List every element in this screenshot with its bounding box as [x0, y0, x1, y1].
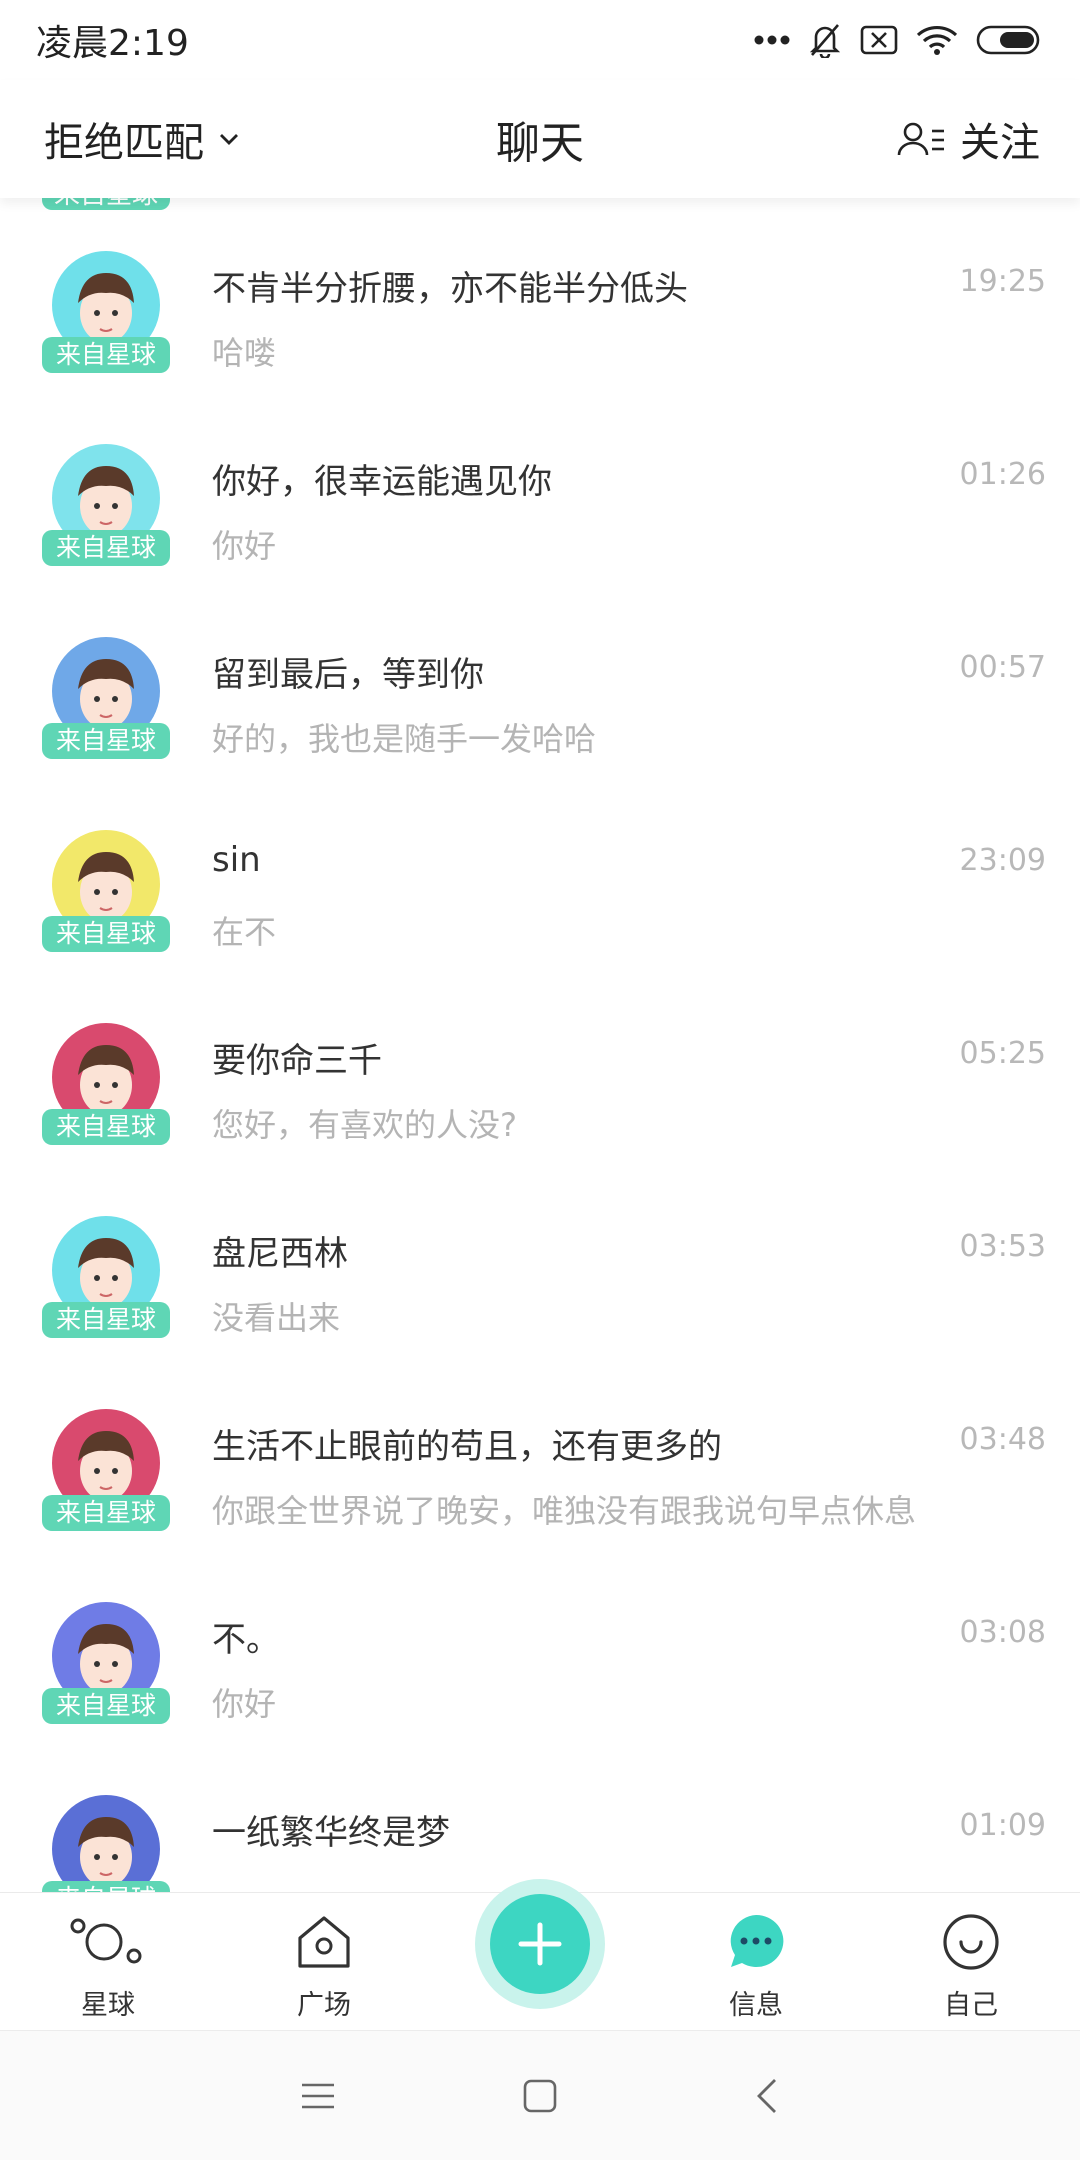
chat-time: 19:25 [959, 264, 1046, 299]
sim-x-icon [860, 25, 898, 55]
from-planet-badge: 来自星球 [42, 337, 170, 373]
chat-name: 生活不止眼前的苟且，还有更多的 [212, 1427, 722, 1467]
chat-list-item[interactable]: 来自星球 sin 23:09 在不 [0, 785, 1080, 978]
home-icon [298, 1916, 350, 1968]
chevron-left-icon [757, 2079, 776, 2113]
chat-list-item[interactable]: 来自星球 你好，很幸运能遇见你 01:26 你好 [0, 399, 1080, 592]
system-navigation-bar [0, 2030, 1080, 2160]
status-time: 凌晨2:19 [36, 23, 189, 64]
avatar-container[interactable]: 来自星球 [42, 1602, 172, 1732]
chat-name: 你好，很幸运能遇见你 [212, 462, 552, 502]
tab-square-label: 广场 [297, 1990, 351, 2021]
chat-time: 03:08 [959, 1615, 1046, 1650]
chat-name: 要你命三千 [212, 1041, 382, 1081]
top-app-bar: 拒绝匹配 聊天 关注 [0, 80, 1080, 198]
chat-list-item[interactable]: 来自星球 要你命三千 05:25 您好，有喜欢的人没? [0, 978, 1080, 1171]
planet-icon [70, 1918, 142, 1964]
avatar-container[interactable]: 来自星球 [42, 1409, 172, 1539]
chat-time: 03:53 [959, 1229, 1046, 1264]
create-post-button[interactable] [475, 1879, 605, 2009]
chat-time: 05:25 [959, 1036, 1046, 1071]
avatar-container[interactable]: 来自星球 [42, 251, 172, 381]
chat-preview: 在不 [212, 913, 277, 951]
follow-label: 关注 [960, 120, 1040, 166]
chat-name: 一纸繁华终是梦 [212, 1813, 450, 1853]
chat-time: 00:57 [959, 650, 1046, 685]
chat-name: 盘尼西林 [212, 1234, 348, 1274]
chat-name: 留到最后，等到你 [212, 655, 484, 695]
home-button[interactable] [510, 2066, 570, 2126]
mute-bell-icon [809, 24, 841, 58]
chat-list-item[interactable]: 来自星球 不肯半分折腰，亦不能半分低头 19:25 哈喽 [0, 206, 1080, 399]
battery-icon [976, 25, 1040, 55]
chat-name: sin [212, 840, 261, 880]
recents-button[interactable] [288, 2066, 348, 2126]
from-planet-badge: 来自星球 [42, 1688, 170, 1724]
chat-preview: 好的，我也是随手一发哈哈 [212, 720, 597, 758]
avatar-container[interactable]: 来自星球 [42, 444, 172, 574]
chat-preview: 你好 [212, 527, 277, 565]
chat-time: 03:48 [959, 1422, 1046, 1457]
avatar-container[interactable]: 来自星球 [42, 830, 172, 960]
chat-list-item[interactable]: 来自星球 盘尼西林 03:53 没看出来 [0, 1171, 1080, 1364]
chat-bubble-icon [730, 1914, 784, 1967]
chat-preview: 你好 [212, 1685, 277, 1723]
from-planet-badge: 来自星球 [42, 1302, 170, 1338]
status-icons [754, 22, 1044, 58]
more-dots-icon [754, 35, 790, 45]
chat-list-item[interactable]: 来自星球 一纸繁华终是梦 01:09 [0, 1750, 1080, 1892]
chat-list[interactable]: 来自星球 来自星球不肯半分折腰，亦不能半分低头19:25哈喽来自星球你好，很幸运… [0, 198, 1080, 1892]
from-planet-badge: 来自星球 [42, 1495, 170, 1531]
from-planet-badge: 来自星球 [42, 916, 170, 952]
avatar-container[interactable]: 来自星球 [42, 1795, 172, 1892]
wifi-icon [916, 25, 958, 55]
avatar [52, 1795, 160, 1892]
chat-preview: 哈喽 [212, 334, 277, 372]
avatar-container[interactable]: 来自星球 [42, 637, 172, 767]
user-list-icon [897, 122, 944, 156]
chat-name: 不肯半分折腰，亦不能半分低头 [212, 269, 688, 309]
chat-preview: 你跟全世界说了晚安，唯独没有跟我说句早点休息 [212, 1492, 917, 1530]
back-button[interactable] [737, 2066, 797, 2126]
chat-name: 不。 [212, 1620, 280, 1660]
tab-me[interactable]: 自己 [896, 1893, 1046, 2031]
menu-lines-icon [302, 2083, 334, 2109]
bottom-tab-bar: 星球 广场 信息 自己 [0, 1879, 1080, 2031]
tab-square[interactable]: 广场 [249, 1893, 399, 2031]
chat-list-item[interactable]: 来自星球 不。 03:08 你好 [0, 1557, 1080, 1750]
chat-time: 01:26 [959, 457, 1046, 492]
match-filter-dropdown[interactable]: 拒绝匹配 [44, 110, 240, 168]
from-planet-badge: 来自星球 [42, 530, 170, 566]
follow-button[interactable]: 关注 [896, 110, 1040, 168]
chat-list-item[interactable]: 来自星球 生活不止眼前的苟且，还有更多的 03:48 你跟全世界说了晚安，唯独没有跟我… [0, 1364, 1080, 1557]
tab-me-label: 自己 [944, 1990, 998, 2021]
chat-preview: 没看出来 [212, 1299, 341, 1337]
tab-messages[interactable]: 信息 [681, 1893, 831, 2031]
avatar-container[interactable]: 来自星球 [42, 1216, 172, 1346]
chat-list-item[interactable]: 来自星球 留到最后，等到你 00:57 好的，我也是随手一发哈哈 [0, 592, 1080, 785]
from-planet-badge: 来自星球 [42, 723, 170, 759]
from-planet-badge: 来自星球 [42, 1109, 170, 1145]
avatar-container[interactable]: 来自星球 [42, 1023, 172, 1153]
chevron-down-icon [220, 134, 238, 145]
chat-time: 23:09 [959, 843, 1046, 878]
chat-preview: 您好，有喜欢的人没? [212, 1106, 517, 1144]
status-bar: 凌晨2:19 [0, 0, 1080, 80]
chat-time: 01:09 [959, 1808, 1046, 1843]
page-title: 聊天 [496, 118, 584, 169]
smile-icon [943, 1914, 999, 1970]
tab-planet-label: 星球 [81, 1990, 135, 2021]
plus-icon [518, 1922, 562, 1966]
square-icon [523, 2079, 557, 2113]
tab-planet[interactable]: 星球 [33, 1893, 183, 2031]
match-filter-label: 拒绝匹配 [44, 120, 204, 166]
from-planet-badge: 来自星球 [42, 1881, 170, 1892]
tab-messages-label: 信息 [729, 1990, 783, 2021]
